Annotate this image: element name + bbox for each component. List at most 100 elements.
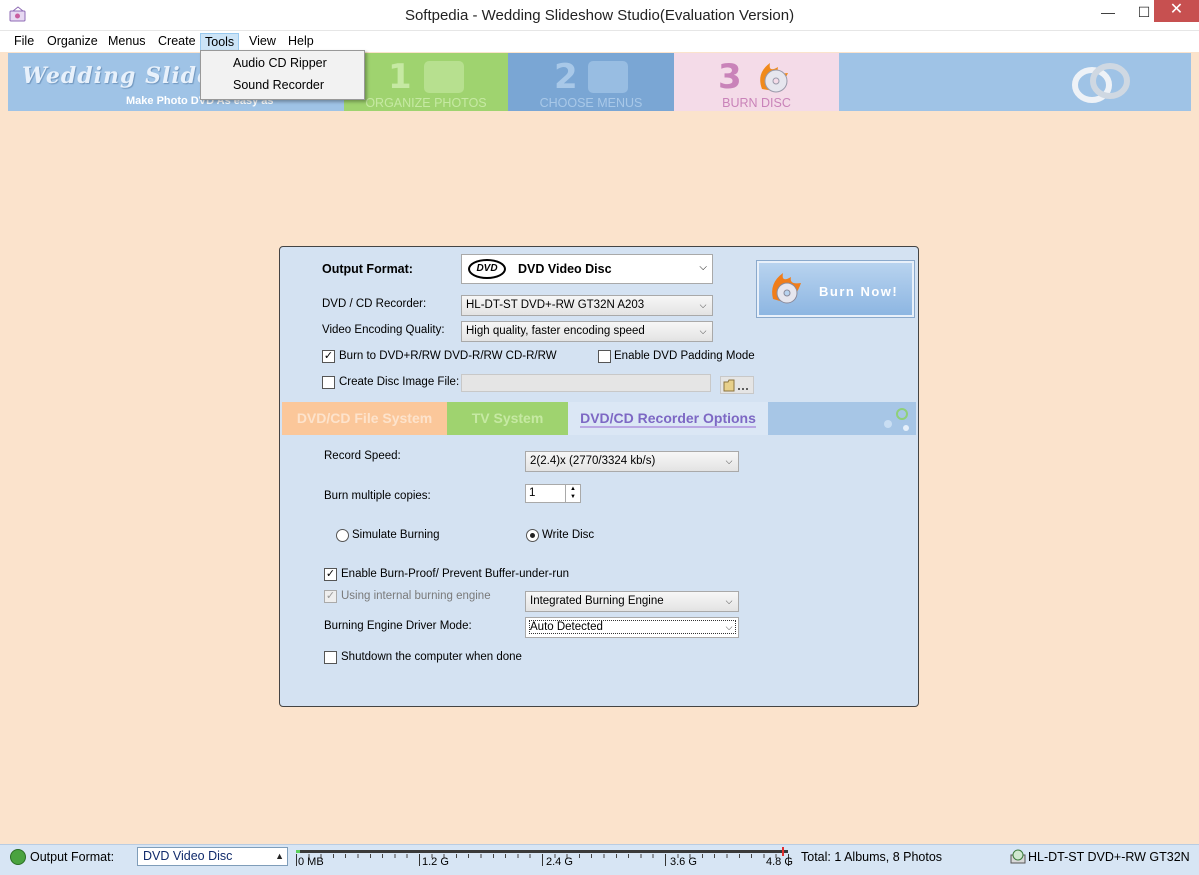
record-speed-value: 2(2.4)x (2770/3324 kb/s) — [530, 455, 656, 467]
burn-proof-label: Enable Burn-Proof/ Prevent Buffer-under-… — [341, 568, 569, 580]
total-summary: Total: 1 Albums, 8 Photos — [801, 850, 943, 864]
flaming-disc-icon — [772, 273, 801, 304]
output-format-label: Output Format: — [322, 262, 413, 276]
burn-to-label: Burn to DVD+R/RW DVD-R/RW CD-R/RW — [339, 350, 557, 362]
status-output-format-select[interactable]: DVD Video Disc ▲ — [137, 847, 288, 866]
tick-label: 4.8 G — [766, 856, 793, 868]
tick-label: 1.2 G — [422, 856, 449, 868]
chevron-down-icon: ⌵ — [725, 456, 733, 466]
tab-tv-system[interactable]: TV System — [447, 402, 568, 435]
folder-browse-icon — [723, 379, 748, 392]
step-burn-disc[interactable]: 3 BURN DISC — [674, 53, 839, 111]
tab-recorder-options[interactable]: DVD/CD Recorder Options — [568, 402, 768, 435]
chevron-down-icon: ⌵ — [699, 326, 707, 336]
flaming-disc-icon — [760, 63, 788, 93]
tools-dropdown: Audio CD Ripper Sound Recorder — [200, 50, 365, 100]
quality-select[interactable]: High quality, faster encoding speed ⌵ — [461, 321, 713, 342]
disc-capacity-meter: 0 MB 1.2 G 2.4 G 3.6 G 4.8 G — [296, 846, 793, 868]
status-output-format-label: Output Format: — [30, 850, 115, 864]
quality-value: High quality, faster encoding speed — [466, 325, 645, 337]
close-button[interactable]: ✕ — [1154, 0, 1199, 22]
step-choose-menus[interactable]: 2 CHOOSE MENUS — [508, 53, 674, 111]
status-drive-name: HL-DT-ST DVD+-RW GT32N — [1028, 850, 1190, 864]
title-bar: Softpedia - Wedding Slideshow Studio(Eva… — [0, 0, 1199, 31]
banner-logo: Wedding Slides — [22, 63, 226, 89]
disc-image-checkbox[interactable] — [322, 376, 335, 389]
status-output-format-value: DVD Video Disc — [143, 849, 233, 863]
chevron-up-icon: ▲ — [275, 851, 284, 861]
stepper-arrows-icon[interactable]: ▲ ▼ — [565, 485, 580, 502]
menu-organize[interactable]: Organize — [43, 33, 102, 51]
tick-label: 3.6 G — [670, 856, 697, 868]
tab-file-system[interactable]: DVD/CD File System — [282, 402, 447, 435]
menu-view[interactable]: View — [245, 33, 280, 51]
tick-mark — [665, 854, 666, 866]
write-disc-radio[interactable] — [526, 529, 539, 542]
copies-stepper[interactable]: 1 ▲ ▼ — [525, 484, 581, 503]
menu-create[interactable]: Create — [154, 33, 200, 51]
tick-mark — [296, 854, 297, 866]
internal-engine-checkbox: ✓ — [324, 590, 337, 603]
menus-icon — [588, 61, 628, 93]
meter-track — [296, 850, 788, 853]
record-speed-label: Record Speed: — [324, 450, 401, 462]
disc-image-label: Create Disc Image File: — [339, 376, 460, 388]
recorder-label: DVD / CD Recorder: — [322, 298, 427, 310]
burn-proof-checkbox[interactable]: ✓ — [324, 568, 337, 581]
quality-label: Video Encoding Quality: — [322, 324, 445, 336]
tick-mark — [419, 854, 420, 866]
wizard-banner: Wedding Slides Make Photo DVD As easy as… — [8, 53, 1191, 111]
driver-mode-value: Auto Detected — [529, 620, 736, 634]
recorder-select[interactable]: HL-DT-ST DVD+-RW GT32N A203 ⌵ — [461, 295, 713, 316]
settings-tabs: DVD/CD File System TV System DVD/CD Reco… — [282, 402, 916, 435]
step-label: ORGANIZE PHOTOS — [365, 96, 487, 110]
step-label: CHOOSE MENUS — [539, 96, 643, 110]
burn-settings-panel: Output Format: DVD DVD Video Disc ⌵ Burn… — [279, 246, 919, 707]
step-label: BURN DISC — [722, 96, 791, 110]
menu-item-audio-cd-ripper[interactable]: Audio CD Ripper — [233, 56, 327, 70]
status-bar: Output Format: DVD Video Disc ▲ 0 MB 1.2… — [0, 844, 1199, 875]
output-format-select[interactable]: DVD DVD Video Disc ⌵ — [461, 254, 713, 284]
step-number: 1 — [388, 57, 412, 97]
disc-image-path-input[interactable] — [461, 374, 711, 392]
driver-mode-select[interactable]: Auto Detected ⌵ — [525, 617, 739, 638]
meter-used-fill — [296, 850, 300, 853]
menu-menus[interactable]: Menus — [104, 33, 150, 51]
engine-select[interactable]: Integrated Burning Engine ⌵ — [525, 591, 739, 612]
burn-to-checkbox[interactable]: ✓ — [322, 350, 335, 363]
menu-file[interactable]: File — [10, 33, 38, 51]
disc-drive-icon — [1010, 849, 1026, 864]
padding-checkbox[interactable] — [598, 350, 611, 363]
menu-item-sound-recorder[interactable]: Sound Recorder — [233, 78, 324, 92]
driver-mode-label: Burning Engine Driver Mode: — [324, 620, 472, 632]
wedding-rings-icon — [1072, 63, 1130, 103]
padding-label: Enable DVD Padding Mode — [614, 350, 755, 362]
tick-mark — [542, 854, 543, 866]
chevron-down-icon: ⌵ — [699, 300, 707, 310]
flower-decoration-icon — [884, 408, 909, 431]
simulate-label: Simulate Burning — [352, 529, 440, 541]
step-number: 2 — [554, 57, 578, 97]
output-format-value: DVD Video Disc — [518, 262, 612, 276]
engine-value: Integrated Burning Engine — [530, 595, 664, 607]
burn-now-button[interactable]: Burn Now! — [757, 261, 914, 317]
menu-help[interactable]: Help — [284, 33, 318, 51]
recorder-value: HL-DT-ST DVD+-RW GT32N A203 — [466, 299, 645, 311]
record-speed-select[interactable]: 2(2.4)x (2770/3324 kb/s) ⌵ — [525, 451, 739, 472]
step-organize-photos[interactable]: 1 ORGANIZE PHOTOS — [344, 53, 508, 111]
copies-label: Burn multiple copies: — [324, 490, 431, 502]
browse-button[interactable] — [720, 376, 754, 394]
shutdown-label: Shutdown the computer when done — [341, 651, 522, 663]
menu-tools[interactable]: Tools — [200, 33, 240, 51]
simulate-radio[interactable] — [336, 529, 349, 542]
chevron-down-icon: ⌵ — [699, 262, 707, 273]
internal-engine-label: Using internal burning engine — [341, 590, 491, 602]
photos-icon — [424, 61, 464, 93]
write-disc-label: Write Disc — [542, 529, 595, 541]
globe-icon — [10, 849, 26, 865]
tick-label: 2.4 G — [546, 856, 573, 868]
step-number: 3 — [718, 57, 742, 97]
shutdown-checkbox[interactable] — [324, 651, 337, 664]
window-title: Softpedia - Wedding Slideshow Studio(Eva… — [404, 7, 795, 24]
copies-value: 1 — [529, 487, 536, 499]
